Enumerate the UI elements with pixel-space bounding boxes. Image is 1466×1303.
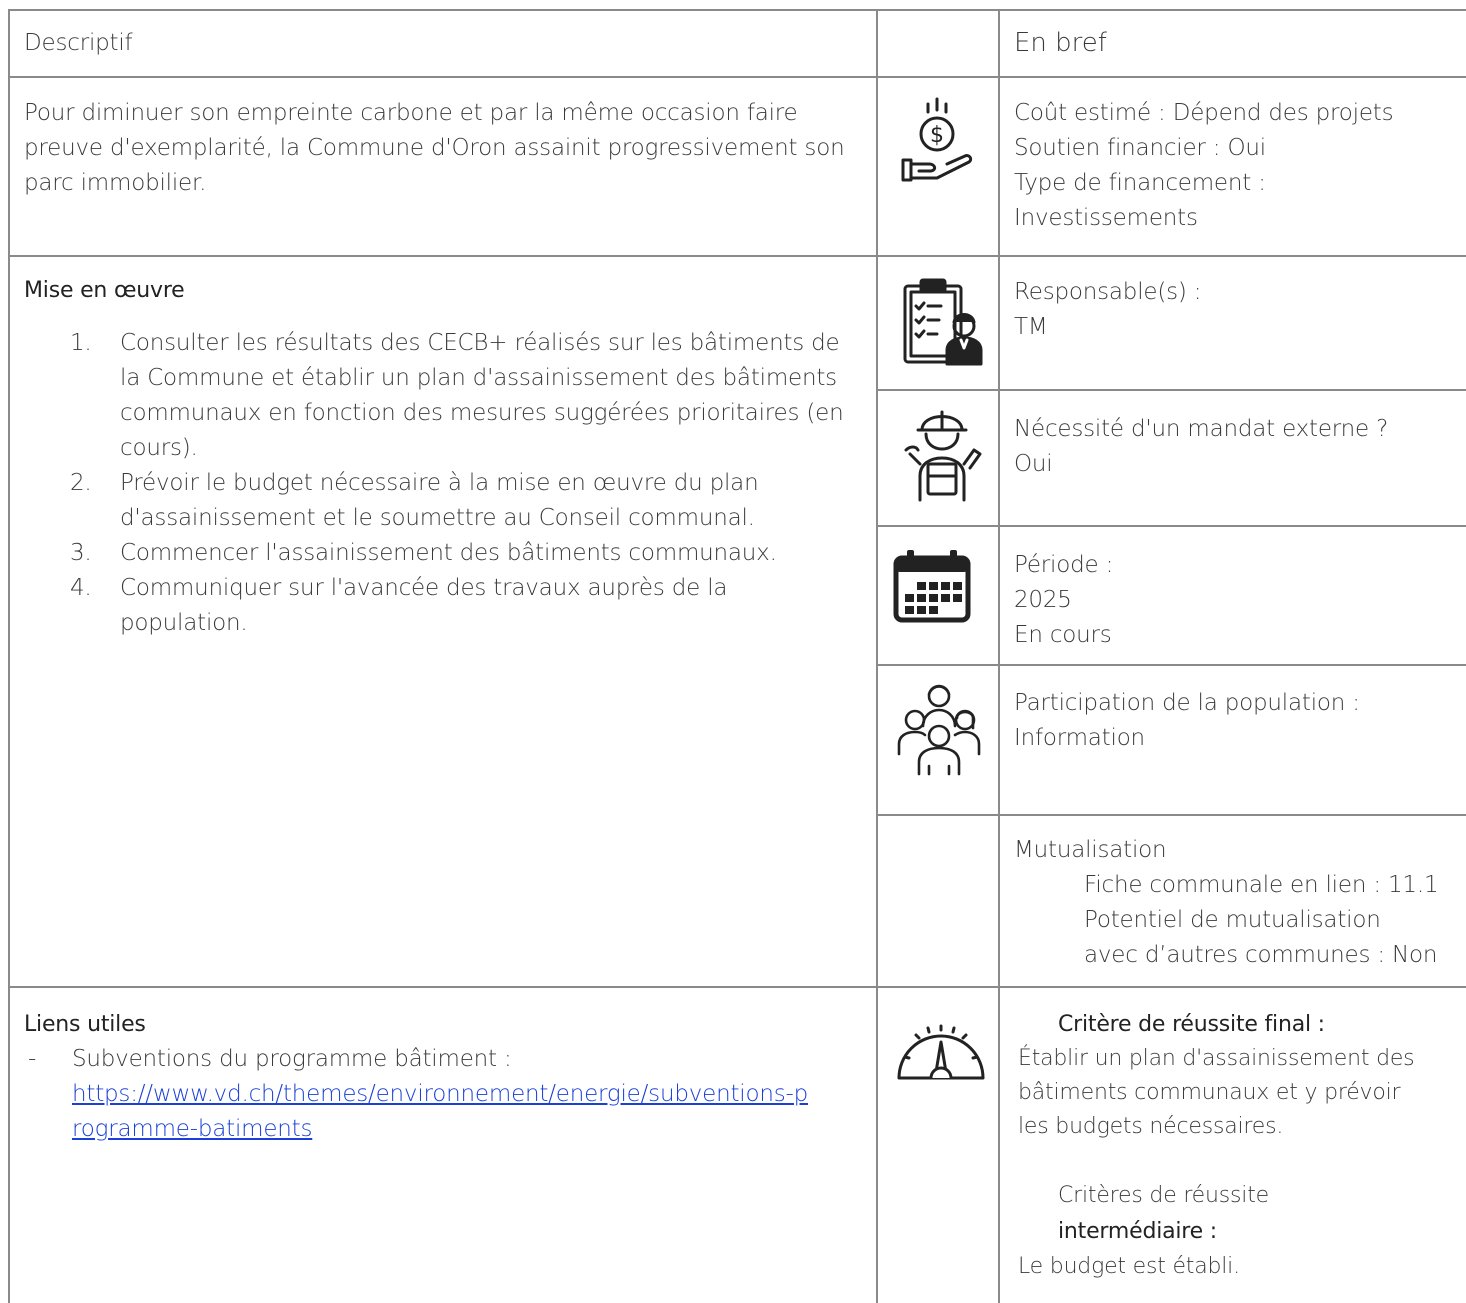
group-people-icon xyxy=(893,682,985,776)
mandat-block: Nécessité d'un mandat externe ? Oui xyxy=(1014,412,1464,482)
row-line-header xyxy=(8,76,1466,78)
row-line-participation xyxy=(876,814,1466,816)
cost-type-value: Investissements xyxy=(1014,205,1198,231)
step-item: 3. Commencer l'assainissement des bâtimen… xyxy=(24,536,860,571)
header-en-bref: En bref xyxy=(1014,28,1107,58)
mandat-label: Nécessité d'un mandat externe ? xyxy=(1014,416,1389,442)
responsable-block: Responsable(s) : TM xyxy=(1014,275,1464,345)
step-text: Prévoir le budget nécessaire à la mise e… xyxy=(120,470,759,531)
step-number: 3. xyxy=(70,540,92,566)
critere-final-title: Critère de réussite final : xyxy=(1058,1012,1325,1037)
critere-intermediaire-text: Le budget est établi. xyxy=(1018,1254,1240,1279)
row-line-mutualisation xyxy=(8,986,1466,988)
clipboard-manager-icon xyxy=(901,276,985,368)
responsable-value: TM xyxy=(1014,314,1048,340)
step-item: 1. Consulter les résultats des CECB+ réal… xyxy=(24,326,860,466)
table-divider-1 xyxy=(876,9,878,1303)
critere-final-text-1: Établir un plan d'assainissement des xyxy=(1018,1046,1415,1071)
step-item: 4. Communiquer sur l'avancée des travaux … xyxy=(24,571,860,641)
table-divider-2 xyxy=(998,9,1000,1303)
liens-item: - Subventions du programme bâtiment : ht… xyxy=(24,1042,864,1147)
step-text: Commencer l'assainissement des bâtiments… xyxy=(120,540,777,566)
liens-section: Liens utiles - Subventions du programme … xyxy=(24,1008,864,1147)
critere-intermediaire-title-2: intermédiaire : xyxy=(1058,1219,1218,1244)
mutualisation-title: Mutualisation xyxy=(1014,837,1167,863)
step-item: 2. Prévoir le budget nécessaire à la mise… xyxy=(24,466,860,536)
subventions-link-line2[interactable]: rogramme-batiments xyxy=(72,1116,312,1142)
row-line-descriptif xyxy=(8,255,1466,257)
periode-block: Période : 2025 En cours xyxy=(1014,548,1464,653)
svg-text:$: $ xyxy=(930,123,944,148)
steps-list: 1. Consulter les résultats des CECB+ réal… xyxy=(24,326,860,641)
liens-item-label: Subventions du programme bâtiment : xyxy=(72,1046,512,1072)
table-border-left xyxy=(8,9,10,1303)
worker-icon xyxy=(900,404,984,504)
mutualisation-block: Mutualisation Fiche communale en lien : … xyxy=(1014,833,1466,973)
step-number: 2. xyxy=(70,470,92,496)
periode-status: En cours xyxy=(1014,622,1112,648)
descriptif-text: Pour diminuer son empreinte carbone et p… xyxy=(24,100,845,196)
participation-label: Participation de la population : xyxy=(1014,690,1360,716)
row-line-top xyxy=(8,9,1466,11)
participation-value: Information xyxy=(1014,725,1145,751)
step-number: 1. xyxy=(70,330,92,356)
cost-type-label: Type de financement : xyxy=(1014,170,1266,196)
mutualisation-potentiel: Potentiel de mutualisation xyxy=(1084,907,1381,933)
mise-en-oeuvre-section: Mise en œuvre 1. Consulter les résultats … xyxy=(24,274,860,641)
mandat-value: Oui xyxy=(1014,451,1053,477)
row-line-responsable xyxy=(876,389,1466,391)
criteres-block: Critère de réussite final : Établir un p… xyxy=(1018,1008,1466,1284)
row-line-periode xyxy=(876,664,1466,666)
responsable-label: Responsable(s) : xyxy=(1014,279,1202,305)
cost-support: Soutien financier : Oui xyxy=(1014,135,1266,161)
mutualisation-fiche: Fiche communale en lien : 11.1 xyxy=(1084,872,1439,898)
gauge-icon xyxy=(895,1008,987,1084)
mutualisation-potentiel-value: avec d’autres communes : Non xyxy=(1084,942,1438,968)
critere-final-text-3: les budgets nécessaires. xyxy=(1018,1114,1284,1139)
step-number: 4. xyxy=(70,575,92,601)
liens-dash: - xyxy=(28,1046,37,1072)
periode-label: Période : xyxy=(1014,552,1114,578)
step-text: Consulter les résultats des CECB+ réalis… xyxy=(120,330,844,461)
critere-final-text-2: bâtiments communaux et y prévoir xyxy=(1018,1080,1401,1105)
cost-block: Coût estimé : Dépend des projets Soutien… xyxy=(1014,96,1464,236)
header-descriptif: Descriptif xyxy=(24,30,133,56)
liens-title: Liens utiles xyxy=(24,1012,146,1037)
step-text: Communiquer sur l'avancée des travaux au… xyxy=(120,575,728,636)
periode-year: 2025 xyxy=(1014,587,1072,613)
cost-estimate: Coût estimé : Dépend des projets xyxy=(1014,100,1394,126)
participation-block: Participation de la population : Informa… xyxy=(1014,686,1464,756)
row-line-mandat xyxy=(876,525,1466,527)
mise-en-oeuvre-title: Mise en œuvre xyxy=(24,278,185,303)
subventions-link-line1[interactable]: https://www.vd.ch/themes/environnement/e… xyxy=(72,1081,808,1107)
critere-intermediaire-title-1: Critères de réussite xyxy=(1058,1183,1269,1208)
money-hand-icon: $ xyxy=(897,96,977,186)
calendar-icon xyxy=(893,548,971,624)
